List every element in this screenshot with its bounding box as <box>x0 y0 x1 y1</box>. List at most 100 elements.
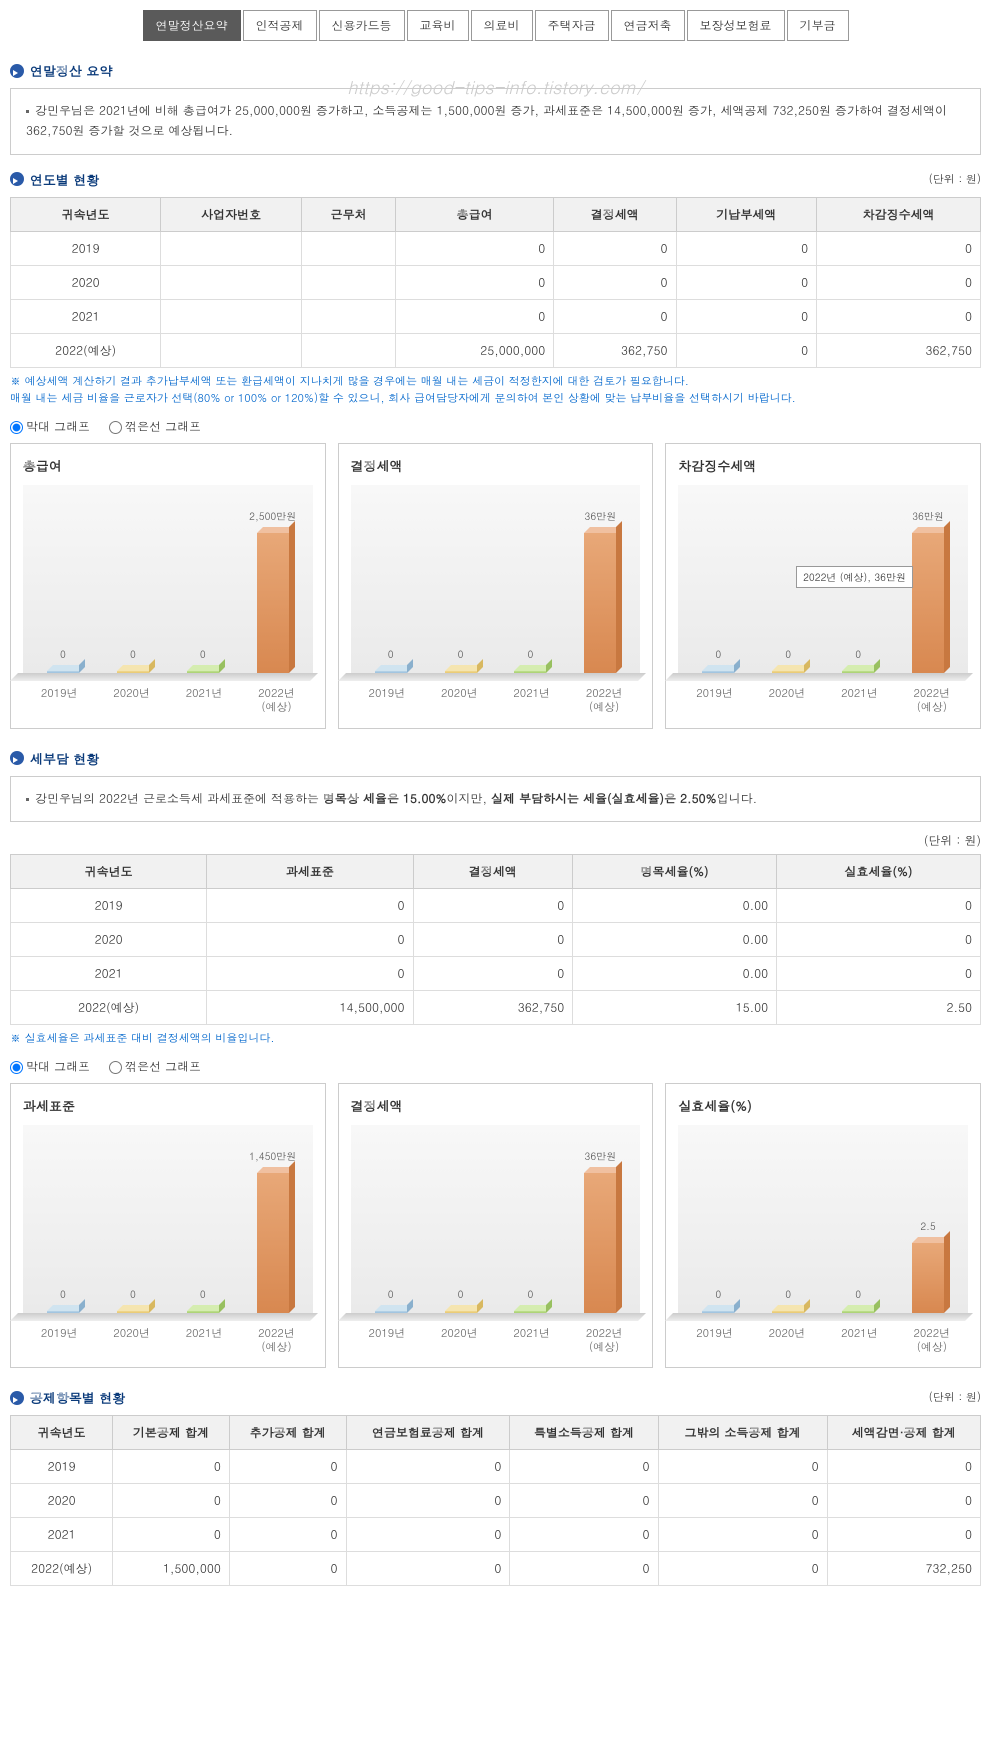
bar <box>117 671 149 673</box>
cell: 0 <box>817 299 981 333</box>
x-label: 2019년 <box>678 1327 750 1356</box>
charts-row-2: 과세표준0001,450만원2019년2020년2021년2022년(예상)결정… <box>10 1083 981 1369</box>
bar <box>47 1311 79 1313</box>
x-label: 2019년 <box>351 687 423 716</box>
cell: 2020 <box>11 1484 113 1518</box>
cell: 0 <box>817 265 981 299</box>
bar <box>702 1311 734 1313</box>
radio-line[interactable] <box>109 1061 122 1074</box>
radio-bar[interactable] <box>10 421 23 434</box>
cell: 0 <box>658 1552 827 1586</box>
chart-c6: 실효세율(%)0002.52019년2020년2021년2022년(예상) <box>665 1083 981 1369</box>
cell: 0.00 <box>573 922 777 956</box>
tab-4[interactable]: 의료비 <box>471 10 533 41</box>
cell: 15.00 <box>573 990 777 1024</box>
bar-value: 0 <box>785 647 791 661</box>
x-label: 2019년 <box>23 1327 95 1356</box>
bar-value: 36만원 <box>585 1149 617 1163</box>
x-label: 2020년 <box>423 1327 495 1356</box>
chart-title: 결정세액 <box>351 1096 641 1115</box>
chart-area: 00036만원2022년 (예상), 36만원 <box>678 485 968 675</box>
cell <box>301 333 395 367</box>
graph-type-toggle-2: 막대 그래프 꺾은선 그래프 <box>10 1058 981 1075</box>
chart-title: 과세표준 <box>23 1096 313 1115</box>
cell: 0 <box>510 1552 658 1586</box>
radio-line-label[interactable]: 꺾은선 그래프 <box>125 1058 201 1075</box>
bar-value: 36만원 <box>585 509 617 523</box>
bar-value: 36만원 <box>912 509 944 523</box>
tab-0[interactable]: 연말정산요약 <box>143 10 241 41</box>
bar-value: 0 <box>458 647 464 661</box>
t: 실제 부담하시는 세율(실효세율)은 2.50% <box>491 790 717 807</box>
radio-bar-label[interactable]: 막대 그래프 <box>26 1058 90 1075</box>
chart-c3: 차감징수세액00036만원2022년 (예상), 36만원2019년2020년2… <box>665 443 981 729</box>
table-row: 2022(예상)1,500,0000000732,250 <box>11 1552 981 1586</box>
bar-value: 0 <box>200 1287 206 1301</box>
cell: 0 <box>676 231 817 265</box>
x-label: 2021년 <box>823 1327 895 1356</box>
x-label: 2020년 <box>423 687 495 716</box>
tab-3[interactable]: 교육비 <box>407 10 469 41</box>
cell: 0 <box>346 1518 510 1552</box>
section-deduction-title: 공제항목별 현황 (단위 : 원) <box>10 1388 981 1407</box>
col-header: 명목세율(%) <box>573 854 777 888</box>
bar <box>257 533 289 673</box>
x-label: 2021년 <box>168 1327 240 1356</box>
bullet-icon <box>10 1391 24 1405</box>
cell: 0 <box>113 1484 230 1518</box>
charts-row-1: 총급여0002,500만원2019년2020년2021년2022년(예상)결정세… <box>10 443 981 729</box>
radio-bar[interactable] <box>10 1061 23 1074</box>
tab-2[interactable]: 신용카드등 <box>319 10 405 41</box>
cell: 0 <box>827 1484 980 1518</box>
col-header: 과세표준 <box>207 854 413 888</box>
cell: 0 <box>827 1518 980 1552</box>
cell: 0 <box>396 299 554 333</box>
cell: 0 <box>207 888 413 922</box>
x-label: 2022년(예상) <box>240 687 312 716</box>
tab-5[interactable]: 주택자금 <box>535 10 609 41</box>
bar <box>912 533 944 673</box>
tab-6[interactable]: 연금저축 <box>611 10 685 41</box>
section-yearly-title: 연도별 현황 (단위 : 원) <box>10 170 981 189</box>
bar-value: 0 <box>715 647 721 661</box>
radio-line-label[interactable]: 꺾은선 그래프 <box>125 418 201 435</box>
radio-bar-label[interactable]: 막대 그래프 <box>26 418 90 435</box>
col-header: 그밖의 소득공제 합계 <box>658 1416 827 1450</box>
tab-1[interactable]: 인적공제 <box>243 10 317 41</box>
cell <box>301 299 395 333</box>
x-label: 2021년 <box>496 687 568 716</box>
col-header: 결정세액 <box>413 854 573 888</box>
cell: 0 <box>658 1450 827 1484</box>
radio-line[interactable] <box>109 421 122 434</box>
tab-7[interactable]: 보장성보험료 <box>687 10 785 41</box>
col-header: 연금보험료공제 합계 <box>346 1416 510 1450</box>
cell: 0 <box>207 956 413 990</box>
col-header: 근무처 <box>301 197 395 231</box>
cell: 25,000,000 <box>396 333 554 367</box>
title-text: 연말정산 요약 <box>30 61 112 80</box>
cell: 0 <box>554 299 676 333</box>
cell: 2020 <box>11 922 207 956</box>
title-text: 세부담 현황 <box>30 749 99 768</box>
cell: 14,500,000 <box>207 990 413 1024</box>
cell <box>161 231 302 265</box>
table-row: 2019000.000 <box>11 888 981 922</box>
x-label: 2022년(예상) <box>568 687 640 716</box>
x-label: 2022년(예상) <box>568 1327 640 1356</box>
bar-value: 0 <box>855 647 861 661</box>
table-note: ※ 예상세액 계산하기 결과 추가납부세액 또는 환급세액이 지나치게 많을 경… <box>10 373 981 408</box>
cell: 0.00 <box>573 888 777 922</box>
cell: 2.50 <box>777 990 981 1024</box>
table-row: 2022(예상)14,500,000362,75015.002.50 <box>11 990 981 1024</box>
bar <box>584 533 616 673</box>
tab-8[interactable]: 기부금 <box>787 10 849 41</box>
bar-value: 0 <box>388 647 394 661</box>
cell: 0 <box>777 888 981 922</box>
cell: 0 <box>396 231 554 265</box>
cell: 1,500,000 <box>113 1552 230 1586</box>
bar-value: 0 <box>60 1287 66 1301</box>
chart-area: 00036만원 <box>351 485 641 675</box>
x-label: 2022년(예상) <box>896 687 968 716</box>
chart-area: 00036만원 <box>351 1125 641 1315</box>
cell: 2022(예상) <box>11 1552 113 1586</box>
